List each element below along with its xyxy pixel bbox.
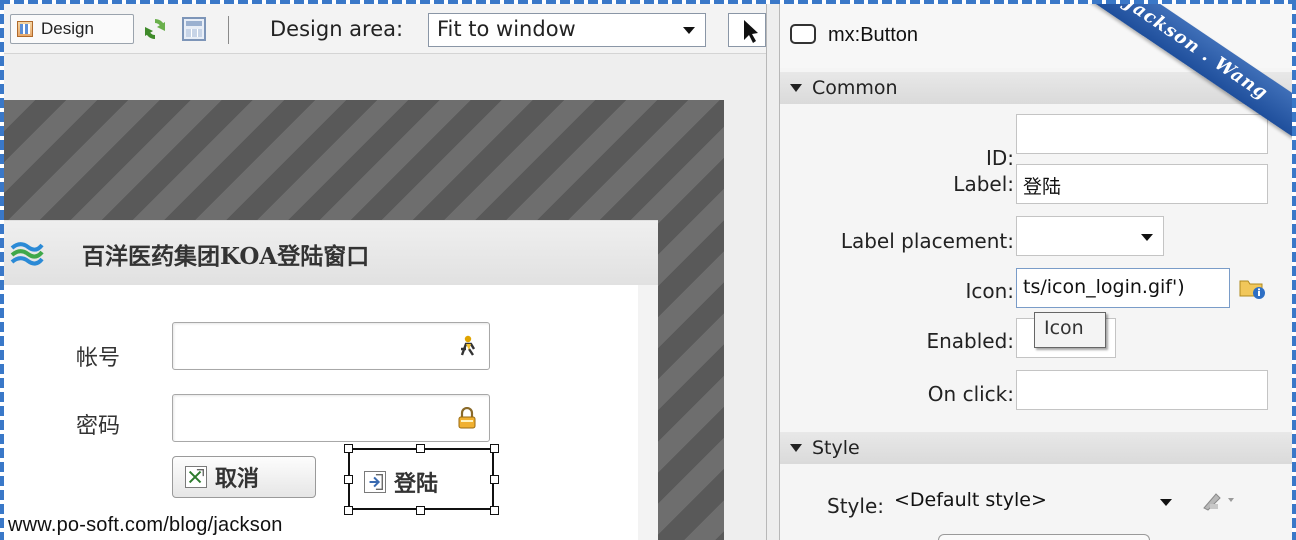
account-label: 帐号 [76, 346, 121, 371]
style-select[interactable]: <Default style> [888, 482, 1182, 522]
chevron-down-icon [1141, 234, 1153, 241]
design-toolbar: Design Design area: Fit to window [4, 4, 766, 54]
style-edit-icon[interactable] [1200, 488, 1240, 512]
resize-handle-e[interactable] [490, 475, 499, 484]
style-section-label: Style [812, 437, 860, 459]
frame-border-right [1292, 0, 1296, 540]
on-click-field[interactable] [1016, 370, 1268, 410]
icon-label: Icon: [965, 279, 1014, 303]
component-type: mx:Button [828, 24, 919, 46]
chevron-down-icon [683, 27, 695, 34]
collapse-icon [790, 444, 802, 452]
style-value: <Default style> [894, 489, 1047, 511]
frame-border-left [0, 0, 4, 540]
user-icon [460, 335, 476, 356]
chevron-down-icon [1160, 499, 1172, 506]
label-label: Label: [953, 172, 1014, 196]
design-area-label: Design area: [270, 17, 404, 41]
layout-icon[interactable] [182, 17, 206, 41]
account-input[interactable] [172, 322, 490, 370]
design-area-select[interactable]: Fit to window [428, 13, 706, 47]
lock-icon [458, 407, 476, 429]
label-value: 登陆 [1023, 176, 1062, 198]
password-input[interactable] [172, 394, 490, 442]
dialog-titlebar: 百洋医药集团KOA登陆窗口 [4, 221, 658, 285]
id-field[interactable] [1016, 114, 1268, 154]
enabled-label: Enabled: [926, 329, 1014, 353]
style-button-partial[interactable] [938, 534, 1150, 540]
label-field[interactable]: 登陆 [1016, 164, 1268, 204]
cancel-icon [185, 466, 207, 488]
icon-value: ts/icon_login.gif') [1023, 276, 1185, 298]
resize-handle-se[interactable] [490, 506, 499, 515]
password-label: 密码 [76, 414, 121, 439]
style-section-header[interactable]: Style [780, 432, 1292, 464]
canvas-margin [724, 54, 766, 540]
pointer-tool-button[interactable] [728, 13, 766, 47]
id-label: ID: [985, 146, 1014, 170]
login-dialog-preview: 百洋医药集团KOA登陆窗口 [4, 220, 658, 540]
resize-handle-w[interactable] [344, 475, 353, 484]
watermark-url: www.po-soft.com/blog/jackson [8, 514, 283, 536]
resize-handle-n[interactable] [416, 444, 425, 453]
style-label: Style: [827, 494, 884, 518]
resize-handle-sw[interactable] [344, 506, 353, 515]
collapse-icon [790, 84, 802, 92]
cancel-button[interactable]: 取消 [172, 456, 316, 498]
on-click-label: On click: [927, 382, 1014, 406]
company-logo-icon [10, 242, 44, 266]
common-section-label: Common [812, 77, 898, 99]
icon-field[interactable]: ts/icon_login.gif') [1016, 268, 1230, 308]
folder-browse-icon[interactable] [1238, 276, 1266, 300]
label-placement-select[interactable] [1016, 216, 1164, 256]
panel-splitter[interactable] [766, 0, 780, 540]
design-tab-button[interactable]: Design [10, 14, 134, 44]
button-component-icon [790, 24, 816, 44]
cancel-button-label: 取消 [215, 467, 260, 492]
resize-handle-nw[interactable] [344, 444, 353, 453]
selection-outline [348, 448, 494, 510]
design-tab-label: Design [41, 19, 94, 38]
dialog-title: 百洋医药集团KOA登陆窗口 [82, 243, 370, 270]
toolbar-divider [228, 16, 229, 44]
label-placement-label: Label placement: [840, 229, 1014, 253]
design-view-icon [17, 21, 33, 37]
resize-handle-ne[interactable] [490, 444, 499, 453]
design-area-value: Fit to window [437, 17, 576, 41]
frame-border-top [0, 0, 1296, 4]
icon-tooltip: Icon [1034, 312, 1106, 348]
resize-handle-s[interactable] [416, 506, 425, 515]
refresh-icon[interactable] [142, 16, 168, 42]
pointer-icon [744, 20, 758, 43]
